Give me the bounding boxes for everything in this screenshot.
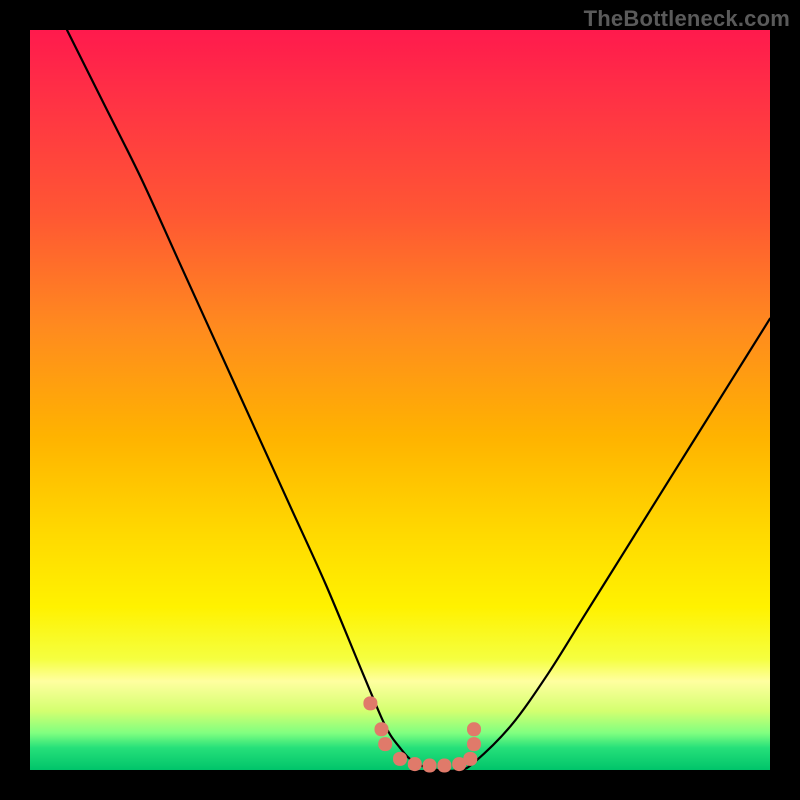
highlight-dot — [378, 737, 392, 751]
highlight-dot — [437, 759, 451, 773]
highlight-dot — [463, 752, 477, 766]
highlight-dot — [467, 737, 481, 751]
highlight-dot — [423, 759, 437, 773]
watermark-text: TheBottleneck.com — [584, 6, 790, 32]
plot-area — [30, 30, 770, 770]
highlight-dot — [375, 722, 389, 736]
highlight-dot — [408, 757, 422, 771]
highlight-dots — [363, 696, 481, 772]
chart-frame: TheBottleneck.com — [0, 0, 800, 800]
highlight-dot — [363, 696, 377, 710]
highlight-dot — [467, 722, 481, 736]
highlight-dot — [393, 752, 407, 766]
bottleneck-curve-path — [67, 30, 770, 771]
bottleneck-curve — [67, 30, 770, 771]
curve-layer — [30, 30, 770, 770]
